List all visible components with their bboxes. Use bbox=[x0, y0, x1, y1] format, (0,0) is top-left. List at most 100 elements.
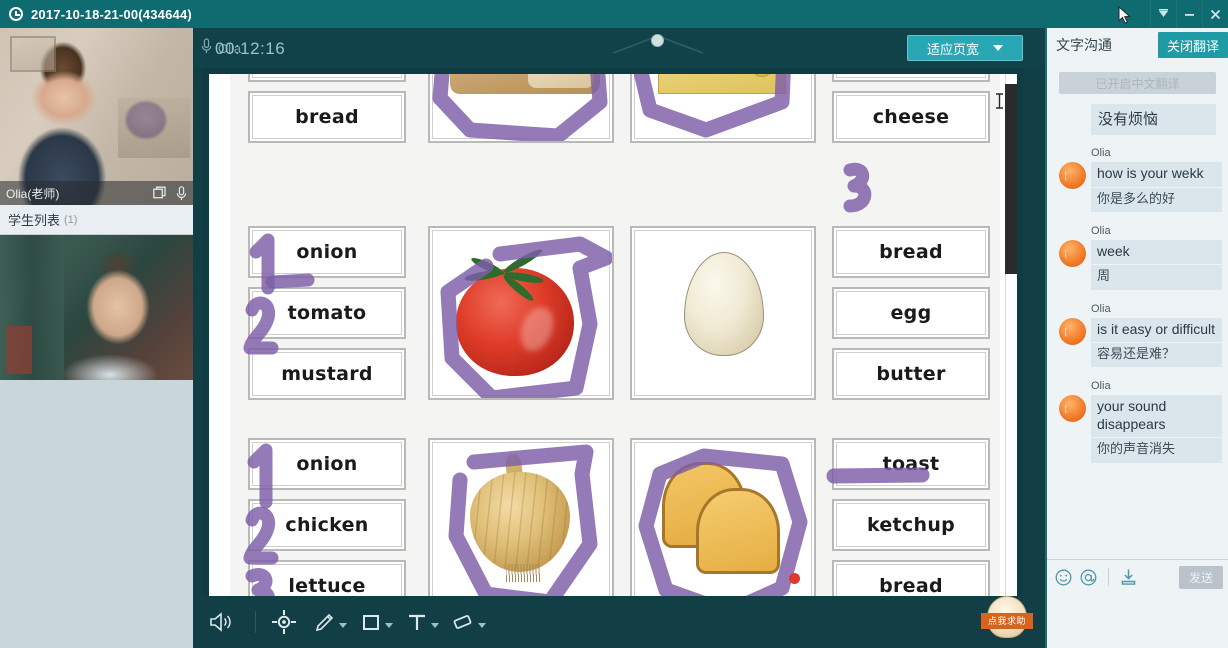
fit-page-width-label: 适应页宽 bbox=[926, 41, 979, 57]
teacher-video-tile[interactable]: Olia(老师) bbox=[0, 28, 193, 205]
close-translate-button[interactable]: 关闭翻译 bbox=[1157, 32, 1228, 58]
onion-roots bbox=[506, 564, 540, 582]
word-box[interactable]: butter bbox=[832, 348, 990, 400]
whiteboard-container: bread bread bbox=[203, 68, 1023, 616]
session-timer: 00:12:16 bbox=[215, 39, 286, 58]
annotation-number-3 bbox=[843, 162, 874, 222]
speaker-icon[interactable] bbox=[201, 602, 241, 642]
download-icon[interactable] bbox=[1120, 568, 1137, 586]
chat-title: 文字沟通 bbox=[1056, 37, 1112, 53]
worksheet-row: onion chicken lettuce toast ketchup brea… bbox=[248, 438, 990, 610]
word-box[interactable]: mustard bbox=[248, 348, 406, 400]
bread-art-shape bbox=[450, 74, 600, 94]
decor-shelf bbox=[118, 98, 190, 158]
message-text-zh: 你是多么的好 bbox=[1091, 187, 1222, 212]
student-video-tile[interactable] bbox=[0, 235, 193, 380]
word-box[interactable]: egg bbox=[832, 287, 990, 339]
send-button-label: 发送 bbox=[1188, 571, 1213, 585]
word-box[interactable]: chicken bbox=[248, 499, 406, 551]
teacher-name: Olia(老师) bbox=[6, 186, 60, 201]
worksheet-row: onion tomato mustard bread egg butter bbox=[248, 226, 990, 400]
word-label: onion bbox=[296, 241, 358, 263]
center-panel: Olia 00:12:16 适应页宽 bread bread bbox=[193, 28, 1045, 648]
clock-icon bbox=[9, 7, 23, 21]
target-pointer-icon[interactable] bbox=[264, 602, 304, 642]
text-cursor-icon bbox=[993, 93, 1006, 109]
student-list-header[interactable]: 学生列表 (1) bbox=[0, 205, 193, 235]
minimize-icon[interactable] bbox=[1176, 0, 1202, 28]
worksheet-row: bread bread bbox=[248, 74, 990, 143]
microphone-icon[interactable] bbox=[176, 185, 187, 201]
whiteboard-vertical-scrollbar[interactable] bbox=[1005, 74, 1017, 610]
caret-down-icon[interactable] bbox=[384, 622, 393, 628]
word-box[interactable]: cheese bbox=[832, 91, 990, 143]
tomato-art bbox=[430, 228, 612, 398]
chevron-down-icon[interactable] bbox=[1150, 0, 1176, 28]
word-label: cheese bbox=[872, 106, 950, 128]
word-box[interactable]: cheese bbox=[832, 74, 990, 82]
help-mascot-button[interactable]: 点我求助 bbox=[981, 596, 1033, 646]
egg-body bbox=[684, 252, 764, 356]
caret-down-icon[interactable] bbox=[477, 622, 486, 628]
avatar[interactable] bbox=[1059, 317, 1086, 345]
word-label: toast bbox=[882, 453, 940, 475]
picture-box-egg[interactable] bbox=[630, 226, 816, 400]
picture-box-toast[interactable] bbox=[630, 438, 816, 610]
avatar[interactable] bbox=[1059, 239, 1086, 267]
close-icon[interactable] bbox=[1202, 0, 1228, 28]
at-mention-icon[interactable] bbox=[1080, 569, 1097, 586]
word-box[interactable]: bread bbox=[248, 91, 406, 143]
word-label: onion bbox=[296, 453, 358, 475]
emoji-icon[interactable] bbox=[1055, 569, 1072, 586]
drag-handle-dot[interactable] bbox=[651, 34, 664, 47]
chat-message: Olia is it easy or difficult 容易还是难？ bbox=[1053, 303, 1222, 368]
whiteboard[interactable]: bread bread bbox=[209, 74, 1017, 610]
word-box[interactable]: bread bbox=[832, 226, 990, 278]
teacher-tile-icons bbox=[153, 185, 187, 201]
word-box[interactable]: toast bbox=[832, 438, 990, 490]
message-text-zh: 容易还是难？ bbox=[1091, 343, 1222, 368]
left-panel-empty-area bbox=[0, 380, 193, 648]
word-column: cheese cheese bbox=[832, 74, 990, 143]
left-panel: Olia(老师) 学生列表 (1) bbox=[0, 28, 193, 648]
word-box[interactable]: onion bbox=[248, 438, 406, 490]
toast-slice-front bbox=[696, 488, 780, 574]
cheese-art-shape bbox=[658, 74, 786, 94]
fit-page-width-button[interactable]: 适应页宽 bbox=[907, 35, 1023, 61]
square-icon[interactable] bbox=[356, 602, 396, 642]
scrollbar-thumb[interactable] bbox=[1005, 84, 1017, 274]
word-box[interactable]: onion bbox=[248, 226, 406, 278]
caret-down-icon[interactable] bbox=[430, 622, 439, 628]
picture-box-onion[interactable] bbox=[428, 438, 614, 610]
system-notice: 已开启中文翻译 bbox=[1059, 72, 1216, 94]
pencil-icon[interactable] bbox=[310, 602, 350, 642]
toolbar-divider bbox=[255, 611, 256, 633]
message-text-zh: 周 bbox=[1091, 265, 1222, 290]
eraser-icon[interactable] bbox=[448, 602, 488, 642]
panel-drag-handle[interactable] bbox=[612, 30, 704, 54]
picture-box-bread[interactable] bbox=[428, 74, 614, 143]
picture-box-cheese[interactable] bbox=[630, 74, 816, 143]
chat-panel: 文字沟通 关闭翻译 已开启中文翻译 没有烦恼 Olia how is your … bbox=[1045, 28, 1228, 648]
word-column: onion tomato mustard bbox=[248, 226, 406, 400]
chat-message-list[interactable]: 已开启中文翻译 没有烦恼 Olia how is your wekk 你是多么的… bbox=[1047, 62, 1228, 559]
restore-window-icon[interactable] bbox=[153, 186, 167, 200]
send-button[interactable]: 发送 bbox=[1179, 566, 1223, 589]
whiteboard-toolbar: 点我求助 bbox=[193, 596, 1045, 648]
avatar[interactable] bbox=[1059, 395, 1086, 423]
text-T-icon[interactable] bbox=[402, 602, 442, 642]
caret-down-icon[interactable] bbox=[338, 622, 347, 628]
microphone-icon[interactable] bbox=[201, 37, 212, 59]
picture-box-tomato[interactable] bbox=[428, 226, 614, 400]
word-column: bread bread bbox=[248, 74, 406, 143]
word-box[interactable]: ketchup bbox=[832, 499, 990, 551]
chat-header: 文字沟通 关闭翻译 bbox=[1047, 28, 1228, 62]
word-label: ketchup bbox=[866, 514, 956, 536]
word-box[interactable]: bread bbox=[248, 74, 406, 82]
window-title: 2017-10-18-21-00(434644) bbox=[31, 6, 192, 22]
avatar[interactable] bbox=[1059, 162, 1086, 189]
word-box[interactable]: tomato bbox=[248, 287, 406, 339]
decor-picture-frame bbox=[10, 36, 56, 72]
mouse-cursor-icon bbox=[1118, 5, 1131, 30]
message-text-en: week bbox=[1091, 239, 1222, 266]
